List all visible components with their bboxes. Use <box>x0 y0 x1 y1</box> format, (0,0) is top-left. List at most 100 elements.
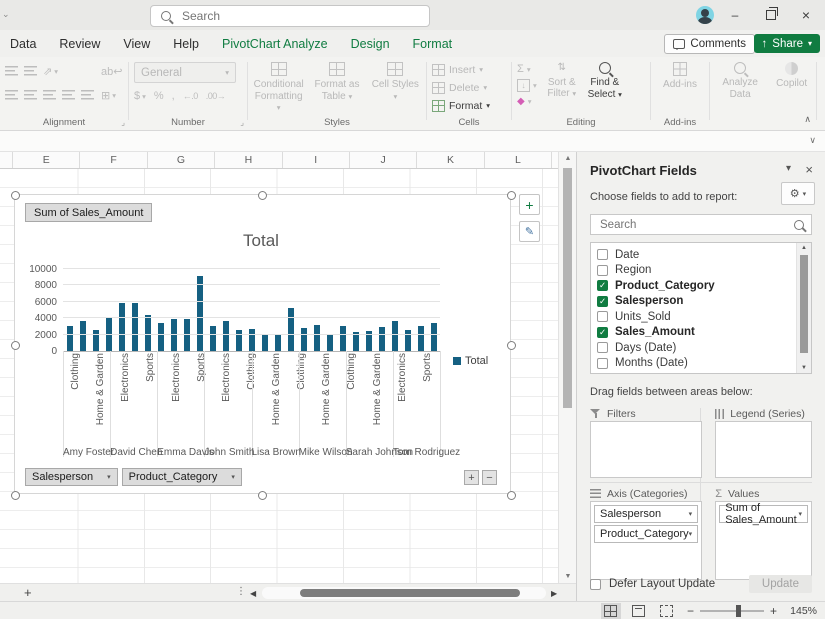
delete-cells-button[interactable]: Delete▾ <box>432 80 490 95</box>
fill-button[interactable]: ↓▾ <box>517 78 537 92</box>
chart-values-field-button[interactable]: Sum of Sales_Amount <box>25 203 152 222</box>
field-checkbox[interactable] <box>597 342 608 353</box>
update-button[interactable]: Update <box>749 575 812 593</box>
column-header-f[interactable]: F <box>80 152 147 168</box>
scroll-up-icon[interactable]: ▲ <box>559 155 577 162</box>
decrease-decimal-icon[interactable]: .00→ <box>206 91 226 101</box>
format-as-table-button[interactable]: Format as Table ▾ <box>311 62 362 102</box>
values-drop-zone[interactable]: Sum of Sales_Amount▾ <box>715 501 812 580</box>
selection-handle[interactable] <box>11 191 20 200</box>
copilot-button[interactable]: Copilot <box>772 62 811 90</box>
chart-field-button-product-category[interactable]: Product_Category▾ <box>122 468 242 486</box>
zoom-out-button[interactable]: − <box>687 604 694 618</box>
quick-access-chevron-icon[interactable]: ⌄ <box>2 9 10 20</box>
column-header-k[interactable]: K <box>417 152 484 168</box>
selection-handle[interactable] <box>507 191 516 200</box>
area-field-pill[interactable]: Product_Category▾ <box>594 525 698 543</box>
field-search-input[interactable] <box>598 218 788 232</box>
zoom-in-button[interactable]: + <box>770 604 777 618</box>
scroll-up-icon[interactable]: ▲ <box>797 245 811 251</box>
column-header-j[interactable]: J <box>350 152 417 168</box>
new-sheet-button[interactable]: + <box>24 585 32 600</box>
field-list-item[interactable]: ✓Salesperson <box>597 294 793 310</box>
horizontal-scrollbar[interactable] <box>262 587 546 599</box>
field-list-scrollbar[interactable]: ▲ ▼ <box>796 243 811 373</box>
scroll-left-icon[interactable]: ◀ <box>250 589 256 598</box>
page-break-view-button[interactable] <box>657 603 677 619</box>
field-checkbox[interactable] <box>597 265 608 276</box>
selection-handle[interactable] <box>11 341 20 350</box>
field-list-item[interactable]: ✓Product_Category <box>597 278 793 294</box>
dialog-launcher-icon[interactable]: ⌟ <box>240 118 244 127</box>
scroll-right-icon[interactable]: ▶ <box>551 589 557 598</box>
search-box[interactable] <box>150 5 430 27</box>
number-format-select[interactable]: General ▾ <box>134 62 236 83</box>
zoom-slider[interactable] <box>700 610 764 612</box>
horizontal-scrollbar-thumb[interactable] <box>300 589 520 597</box>
area-field-pill[interactable]: Salesperson▾ <box>594 505 698 523</box>
field-list-item[interactable]: Months (Date) <box>597 356 793 372</box>
field-list-item[interactable]: ✓Sales_Amount <box>597 325 793 341</box>
selection-handle[interactable] <box>11 491 20 500</box>
expand-field-button[interactable]: + <box>464 470 479 485</box>
align-top-icon[interactable] <box>5 66 18 76</box>
area-field-pill[interactable]: Sum of Sales_Amount▾ <box>719 505 808 523</box>
page-layout-view-button[interactable] <box>629 603 649 619</box>
field-checkbox[interactable] <box>597 358 608 369</box>
field-list-item[interactable]: Units_Sold <box>597 309 793 325</box>
scrollbar-resize-handle[interactable]: ⋮ <box>236 586 246 597</box>
avatar[interactable] <box>696 6 714 24</box>
selection-handle[interactable] <box>258 191 267 200</box>
selection-handle[interactable] <box>507 491 516 500</box>
field-checkbox[interactable] <box>597 311 608 322</box>
scroll-down-icon[interactable]: ▼ <box>797 365 811 371</box>
vertical-scrollbar-thumb[interactable] <box>563 168 572 408</box>
ribbon-tab-format[interactable]: Format <box>413 37 453 51</box>
legend-drop-zone[interactable] <box>715 421 812 478</box>
format-cells-button[interactable]: Format▾ <box>432 98 490 113</box>
wrap-text-icon[interactable]: ab↩ <box>101 65 122 78</box>
chart-styles-button[interactable]: ✎ <box>519 221 540 242</box>
column-header-g[interactable]: G <box>148 152 215 168</box>
ribbon-tab-data[interactable]: Data <box>10 37 36 51</box>
selection-handle[interactable] <box>507 341 516 350</box>
collapse-field-button[interactable]: − <box>482 470 497 485</box>
tools-button[interactable]: ⚙▾ <box>781 182 815 205</box>
comments-button[interactable]: Comments <box>664 34 755 54</box>
ribbon-tab-help[interactable]: Help <box>173 37 199 51</box>
share-button[interactable]: ↑ Share ▾ <box>754 34 820 53</box>
normal-view-button[interactable] <box>601 603 621 619</box>
zoom-slider-thumb[interactable] <box>736 605 741 617</box>
ribbon-tab-design[interactable]: Design <box>351 37 390 51</box>
scroll-down-icon[interactable]: ▼ <box>559 573 577 580</box>
filters-drop-zone[interactable] <box>590 421 702 478</box>
ribbon-tab-review[interactable]: Review <box>59 37 100 51</box>
column-header-l[interactable]: L <box>485 152 552 168</box>
field-checkbox[interactable] <box>597 249 608 260</box>
dialog-launcher-icon[interactable]: ⌟ <box>121 118 125 127</box>
vertical-scrollbar[interactable]: ▲ ▼ <box>558 152 577 583</box>
increase-indent-icon[interactable] <box>81 90 94 100</box>
decrease-indent-icon[interactable] <box>62 90 75 100</box>
cell-styles-button[interactable]: Cell Styles ▾ <box>370 62 421 102</box>
chart-field-button-salesperson[interactable]: Salesperson▾ <box>25 468 118 486</box>
addins-button[interactable]: Add-ins <box>656 62 704 91</box>
field-list-scrollbar-thumb[interactable] <box>800 255 808 353</box>
align-right-icon[interactable] <box>43 90 56 100</box>
axis-drop-zone[interactable]: Salesperson▾ Product_Category▾ <box>590 501 702 580</box>
collapse-ribbon-button[interactable]: ∧ <box>804 114 811 125</box>
chart-elements-button[interactable]: + <box>519 194 540 215</box>
insert-cells-button[interactable]: Insert▾ <box>432 62 490 77</box>
panel-chevron-icon[interactable]: ▾ <box>786 163 791 174</box>
conditional-formatting-button[interactable]: Conditional Formatting ▾ <box>253 62 304 114</box>
field-checkbox[interactable]: ✓ <box>597 280 608 291</box>
align-center-icon[interactable] <box>24 90 37 100</box>
align-middle-icon[interactable] <box>24 66 37 76</box>
panel-close-button[interactable]: × <box>805 162 813 177</box>
percent-style-icon[interactable]: % <box>154 90 164 102</box>
merge-center-icon[interactable]: ⊞▾ <box>101 89 116 102</box>
ribbon-tab-view[interactable]: View <box>123 37 150 51</box>
align-left-icon[interactable] <box>5 90 18 100</box>
sort-filter-button[interactable]: ⇅ Sort & Filter ▾ <box>544 62 580 100</box>
expand-chevron-icon[interactable]: ∨ <box>809 135 816 146</box>
